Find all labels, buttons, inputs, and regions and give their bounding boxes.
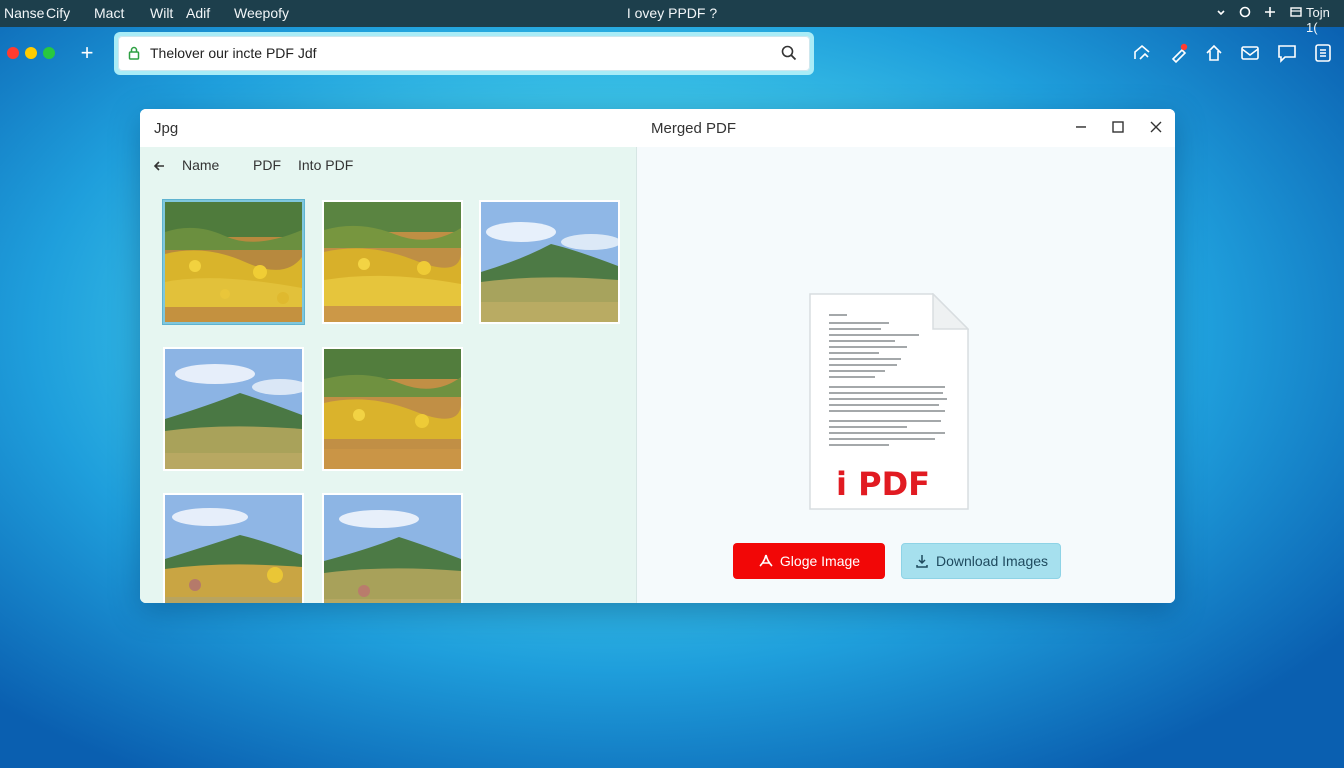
download-images-button[interactable]: Download Images	[901, 543, 1061, 579]
chat-icon[interactable]	[1276, 42, 1298, 64]
address-bar-wrapper: Thelover our incte PDF Jdf	[114, 32, 814, 75]
left-pane-title: Jpg	[140, 109, 637, 147]
new-tab-plus-icon[interactable]: +	[78, 40, 96, 66]
flowers-image	[324, 349, 461, 469]
sidebar-panel-icon[interactable]	[1312, 42, 1334, 64]
zoom-window-dot[interactable]	[43, 47, 55, 59]
mail-icon[interactable]	[1239, 42, 1261, 64]
column-into-pdf[interactable]: Into PDF	[298, 157, 353, 173]
maximize-icon[interactable]	[1110, 119, 1126, 135]
minimize-icon[interactable]	[1073, 119, 1089, 135]
right-pane-title: Merged PDF	[637, 109, 1175, 147]
url-text[interactable]: Thelover our incte PDF Jdf	[150, 45, 317, 61]
address-bar[interactable]: Thelover our incte PDF Jdf	[118, 36, 810, 71]
acrobat-icon	[759, 554, 773, 567]
record-icon[interactable]	[1238, 4, 1252, 23]
download-images-label: Download Images	[935, 553, 1049, 569]
image-thumbnail-4[interactable]	[163, 347, 304, 471]
image-thumbnail-2[interactable]	[322, 200, 463, 324]
pen-notification-icon[interactable]	[1168, 42, 1190, 64]
flowers-image	[165, 202, 302, 322]
hill-image	[165, 349, 302, 469]
download-icon	[916, 555, 928, 568]
image-thumbnail-3[interactable]	[479, 200, 620, 324]
pdf-document-preview[interactable]: i PDF	[809, 292, 970, 510]
image-list-pane: Jpg Name PDF Into PDF	[140, 109, 637, 603]
flowers-image	[324, 202, 461, 322]
hill-image	[481, 202, 618, 322]
column-pdf[interactable]: PDF	[253, 157, 281, 173]
hill-flowers-image	[165, 495, 302, 603]
clock-text: Tojn 1(	[1306, 5, 1330, 35]
close-icon[interactable]	[1148, 119, 1164, 135]
gloge-image-label: Gloge Image	[779, 553, 861, 569]
lock-icon	[128, 45, 140, 61]
merge-window: Jpg Name PDF Into PDF Merged PDF i PDF G…	[140, 109, 1175, 603]
minimize-window-dot[interactable]	[25, 47, 37, 59]
close-window-dot[interactable]	[7, 47, 19, 59]
app-title: I ovey PPDF ?	[626, 5, 718, 21]
search-icon[interactable]	[780, 44, 798, 62]
image-thumbnail-5[interactable]	[322, 347, 463, 471]
gloge-image-button[interactable]: Gloge Image	[733, 543, 885, 579]
hill-image	[324, 495, 461, 603]
back-arrow-icon[interactable]	[152, 158, 166, 177]
calendar-icon[interactable]	[1290, 4, 1302, 23]
share-icon[interactable]	[1131, 42, 1153, 64]
image-thumbnail-7[interactable]	[322, 493, 463, 603]
plus-icon[interactable]	[1264, 4, 1276, 23]
image-thumbnail-1[interactable]	[163, 200, 304, 324]
pdf-logo-text: i PDF	[836, 465, 930, 503]
merged-pdf-pane: Merged PDF i PDF Gloge Image Download Im…	[637, 109, 1175, 603]
chevron-down-icon[interactable]	[1216, 4, 1226, 23]
menu-bar: Nanse Cify Mact Wilt Adif Weepofy I ovey…	[0, 0, 1344, 35]
image-thumbnail-6[interactable]	[163, 493, 304, 603]
column-name[interactable]: Name	[182, 157, 219, 173]
home-icon[interactable]	[1203, 42, 1225, 64]
